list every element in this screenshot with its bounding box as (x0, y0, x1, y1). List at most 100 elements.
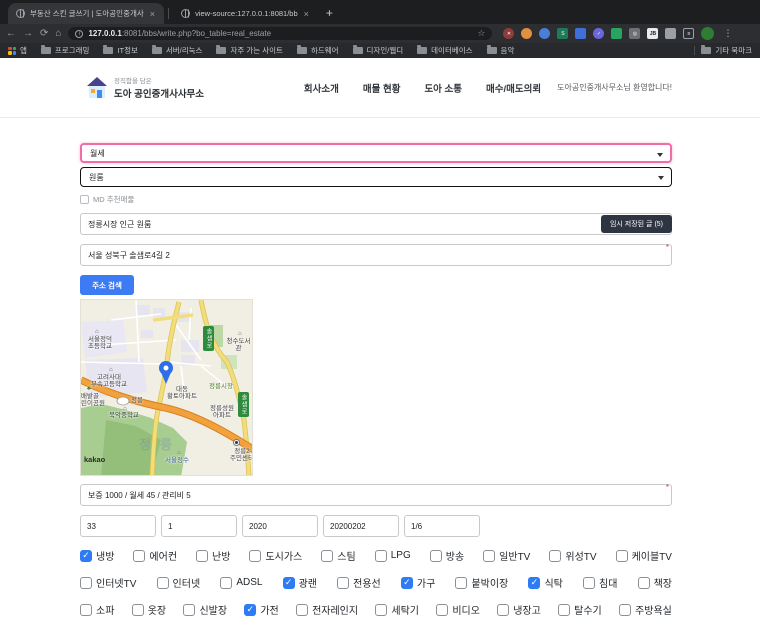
title-input[interactable] (80, 213, 672, 235)
feature-checkbox[interactable]: LPG (374, 548, 411, 563)
forward-icon[interactable]: → (23, 28, 33, 39)
bookmark-folder[interactable]: 데이터베이스 (417, 45, 473, 56)
back-icon[interactable]: ← (6, 28, 16, 39)
feature-checkbox[interactable]: 에어컨 (133, 548, 177, 563)
extension-icon[interactable] (611, 28, 623, 39)
bookmark-folder[interactable]: 프로그래밍 (40, 45, 89, 56)
extension-icon[interactable]: ✕ (503, 28, 515, 39)
bookmark-folder[interactable]: 자주 가는 사이트 (216, 45, 283, 56)
feature-checkbox[interactable]: 주방욕실 (619, 602, 672, 617)
bookmark-folder[interactable]: 디자인/웹디 (352, 45, 403, 56)
feature-checkbox[interactable]: 탈수기 (558, 602, 602, 617)
folder-icon (486, 45, 497, 54)
nav-item[interactable]: 도아 소통 (424, 81, 462, 95)
feature-label: 광랜 (298, 579, 317, 590)
deal-type-select[interactable]: 월세 (80, 143, 672, 163)
room-type-select[interactable]: 원룸 (80, 167, 672, 187)
tab-view-source[interactable]: view-source:127.0.0.1:8081/bb × (173, 3, 318, 24)
feature-checkbox[interactable]: 세탁기 (375, 602, 419, 617)
extensions-puzzle-icon[interactable] (665, 28, 677, 39)
other-bookmarks-label: 기타 북마크 (715, 46, 752, 55)
detail-input[interactable] (323, 515, 399, 537)
feature-checkbox[interactable]: 전자레인지 (296, 602, 358, 617)
feature-label: 신발장 (199, 606, 228, 617)
kakao-map[interactable]: ⌂ 서울정덕 초등학교 ⌂ 청수도서관 ⌂ 고려사대 부속고등학교 ♣ 배밭골 … (80, 299, 253, 476)
extension-icon[interactable] (521, 28, 533, 39)
site-logo[interactable]: 정직함을 담은 도아 공인중개사사무소 (86, 75, 204, 100)
detail-input[interactable] (242, 515, 318, 537)
feature-checkbox[interactable]: 가구 (400, 575, 435, 590)
bookmark-label: 서버/리눅스 (165, 46, 203, 55)
address-bar[interactable]: i 127.0.0.1:8081/bbs/write.php?bo_table=… (68, 27, 493, 40)
tab-close-icon[interactable]: × (149, 9, 156, 19)
address-search-button[interactable]: 주소 검색 (80, 275, 134, 295)
detail-input[interactable] (80, 515, 156, 537)
detail-fields (80, 515, 672, 537)
new-tab-button[interactable]: + (326, 6, 333, 20)
feature-checkbox[interactable]: 스팀 (321, 548, 356, 563)
tab-close-icon[interactable]: × (303, 9, 310, 19)
tab-title: view-source:127.0.0.1:8081/bb (195, 9, 298, 18)
nav-item[interactable]: 매물 현황 (363, 81, 401, 95)
feature-checkbox[interactable]: 위성TV (549, 548, 597, 563)
jb-extension-icon[interactable]: JB (647, 28, 659, 39)
feature-checkbox[interactable]: 일반TV (483, 548, 530, 563)
feature-checkbox[interactable]: 인터넷TV (80, 575, 136, 590)
feature-checkbox[interactable]: 케이블TV (615, 548, 672, 563)
feature-checkbox[interactable]: 가전 (244, 602, 279, 617)
feature-checkbox[interactable]: 옷장 (131, 602, 166, 617)
feature-checkbox[interactable]: 식탁 (528, 575, 563, 590)
profile-avatar[interactable] (701, 27, 715, 40)
extension-icon[interactable]: S (557, 28, 569, 39)
feature-checkbox[interactable]: 난방 (196, 548, 230, 563)
home-icon[interactable]: ⌂ (55, 28, 61, 39)
feature-checkbox[interactable]: ADSL (220, 575, 262, 590)
feature-checkbox[interactable]: 냉방 (80, 548, 114, 563)
detail-input[interactable] (404, 515, 480, 537)
feature-checkbox[interactable]: 냉장고 (497, 602, 541, 617)
feature-checkbox[interactable]: 책장 (637, 575, 672, 590)
feature-label: 도시가스 (265, 552, 303, 563)
bookmark-apps[interactable]: 앱 (8, 45, 27, 56)
feature-checkbox[interactable]: 소파 (80, 602, 114, 617)
nav-item[interactable]: 매수/매도의뢰 (486, 81, 541, 95)
feature-checkbox[interactable]: 전용선 (337, 575, 381, 590)
bookmark-folder[interactable]: 하드웨어 (296, 45, 339, 56)
site-info-icon[interactable]: i (75, 29, 84, 38)
camera-extension-icon[interactable]: ◎ (629, 28, 641, 39)
feature-checkbox[interactable]: 방송 (429, 548, 464, 563)
main-nav: 회사소개 매물 현황 도아 소통 매수/매도의뢰 (304, 81, 541, 95)
price-input[interactable] (80, 484, 672, 506)
folder-icon (417, 45, 428, 54)
map-district-watermark: 정릉 (139, 437, 181, 452)
tab-write-post[interactable]: 부동산 스킨 글쓰기 | 도아공인중개사 × (8, 3, 165, 24)
checkbox-box-icon (436, 603, 449, 616)
feature-checkbox[interactable]: 붙박이장 (455, 575, 508, 590)
bookmark-star-icon[interactable]: ☆ (477, 28, 485, 39)
feature-checkbox[interactable]: 인터넷 (156, 575, 200, 590)
feature-checkbox[interactable]: 광랜 (282, 575, 317, 590)
bookmark-folder[interactable]: 음악 (486, 45, 514, 56)
browser-menu-icon[interactable]: ⋮ (723, 28, 732, 39)
saved-drafts-button[interactable]: 임시 저장된 글 (5) (600, 215, 672, 233)
bookmark-folder[interactable]: IT정보 (103, 45, 138, 56)
feature-checkbox[interactable]: 도시가스 (249, 548, 302, 563)
feature-checkbox[interactable]: 비디오 (436, 602, 480, 617)
checkbox-box-icon (133, 549, 146, 562)
reading-list-icon[interactable]: ≡ (683, 28, 695, 39)
address-input[interactable] (80, 244, 672, 266)
house-logo-icon (86, 76, 108, 99)
tab-separator (168, 8, 170, 19)
detail-input[interactable] (161, 515, 237, 537)
feature-checkbox[interactable]: 침대 (583, 575, 617, 590)
other-bookmarks[interactable]: 기타 북마크 (701, 45, 752, 56)
reload-icon[interactable]: ⟳ (40, 28, 48, 39)
extension-icon[interactable]: ✓ (593, 28, 605, 39)
feature-checkbox[interactable]: 신발장 (183, 602, 227, 617)
folder-icon (701, 45, 712, 54)
bookmark-folder[interactable]: 서버/리눅스 (151, 45, 203, 56)
extension-icon[interactable] (575, 28, 587, 39)
md-recommend-checkbox[interactable]: MD 추천매물 (80, 194, 672, 205)
extension-icon[interactable] (539, 28, 551, 39)
nav-item[interactable]: 회사소개 (304, 81, 339, 95)
